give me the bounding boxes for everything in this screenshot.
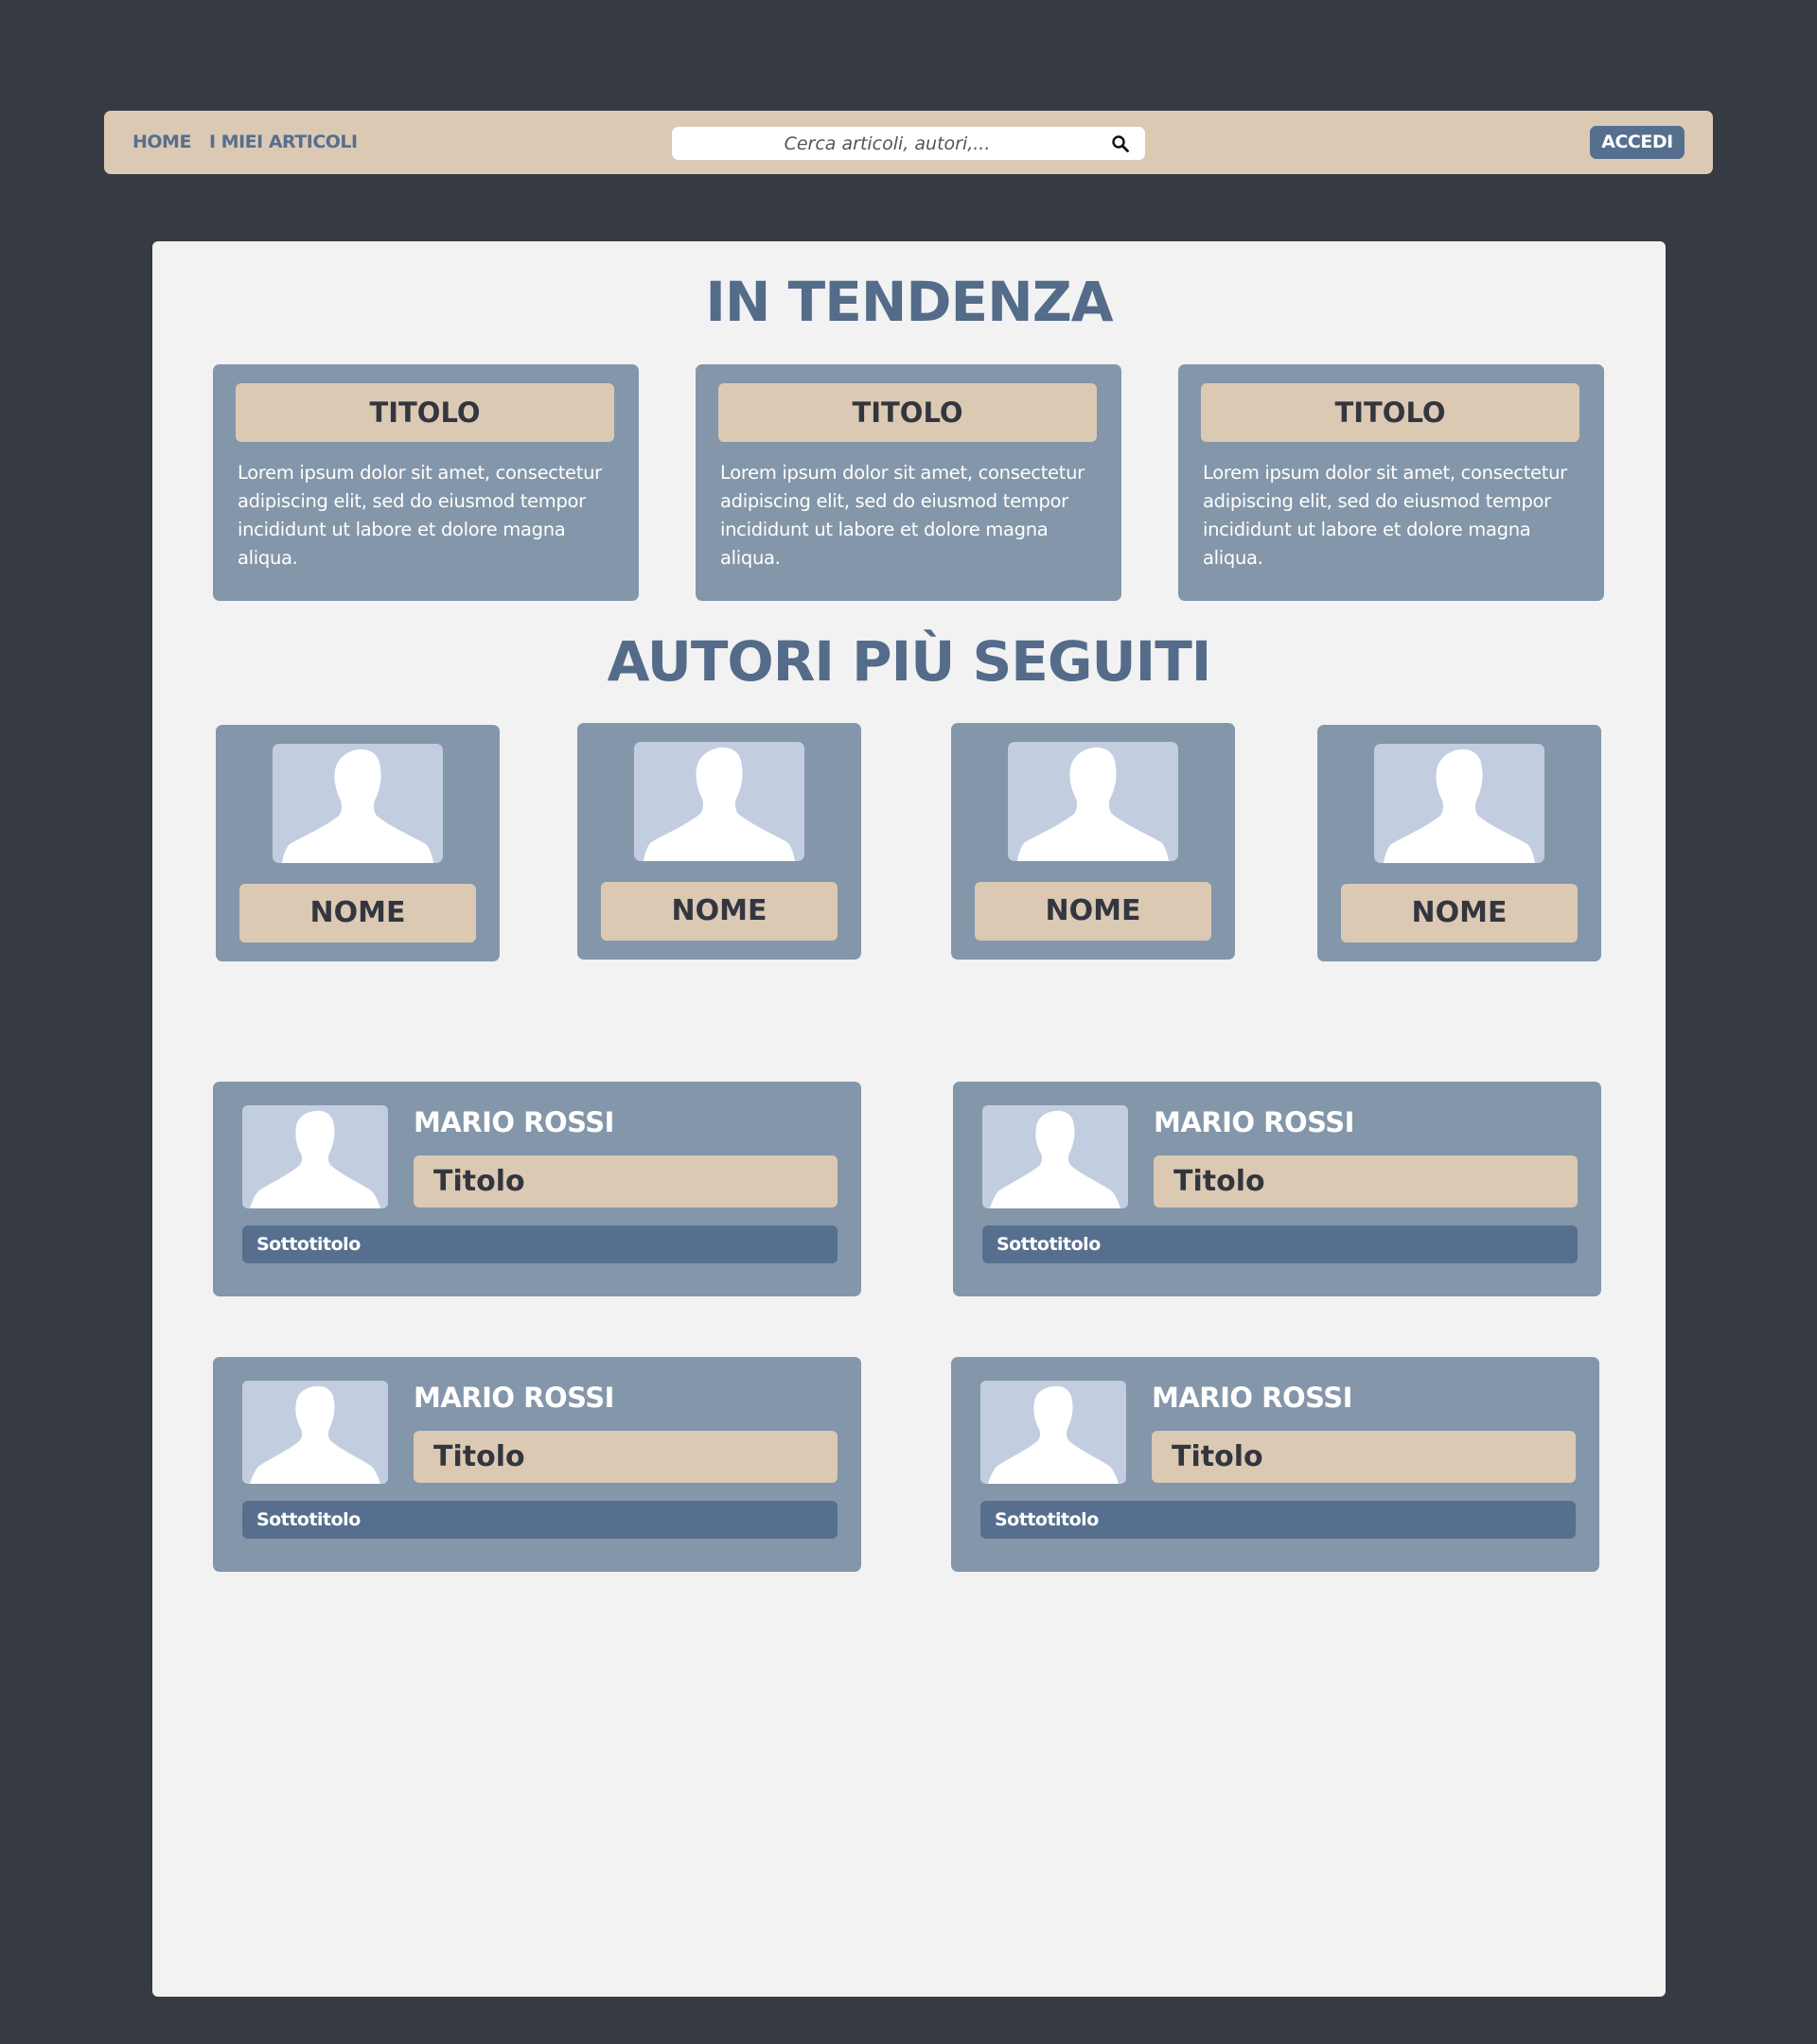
main-panel: IN TENDENZA TITOLO Lorem ipsum dolor sit… [152,241,1666,1997]
trending-card[interactable]: TITOLO Lorem ipsum dolor sit amet, conse… [696,364,1121,601]
user-silhouette-icon [1374,744,1544,863]
article-subtitle: Sottotitolo [982,1225,1578,1263]
trending-card-title: TITOLO [236,383,614,442]
article-author-name: MARIO ROSSI [1152,1382,1352,1414]
search-icon[interactable] [1111,134,1130,153]
user-silhouette-icon [980,1381,1126,1484]
navbar: HOME I MIEI ARTICOLI ACCEDI [104,111,1713,174]
article-author-name: MARIO ROSSI [1154,1106,1354,1138]
article-title[interactable]: Titolo [414,1431,838,1483]
trending-card[interactable]: TITOLO Lorem ipsum dolor sit amet, conse… [213,364,639,601]
article-author-name: MARIO ROSSI [414,1382,614,1414]
article-card[interactable]: MARIO ROSSI Titolo Sottotitolo [951,1357,1599,1572]
user-silhouette-icon [1008,742,1178,861]
trending-card-text: Lorem ipsum dolor sit amet, consectetur … [720,462,1085,569]
article-title[interactable]: Titolo [1154,1155,1578,1207]
author-card[interactable]: NOME [1317,725,1601,961]
top-authors-heading: AUTORI PIÙ SEGUITI [607,629,1212,694]
article-card[interactable]: MARIO ROSSI Titolo Sottotitolo [953,1082,1601,1296]
author-name-button[interactable]: NOME [1341,884,1578,943]
trending-heading: IN TENDENZA [705,270,1113,334]
author-name-button[interactable]: NOME [239,884,476,943]
author-card[interactable]: NOME [577,723,861,960]
author-card[interactable]: NOME [951,723,1235,960]
search-bar [672,127,1145,160]
nav-home-link[interactable]: HOME [132,111,191,174]
user-silhouette-icon [273,744,443,863]
author-card[interactable]: NOME [216,725,500,961]
user-silhouette-icon [634,742,804,861]
nav-my-articles-link[interactable]: I MIEI ARTICOLI [209,111,358,174]
article-subtitle: Sottotitolo [242,1501,838,1539]
login-button[interactable]: ACCEDI [1590,126,1685,159]
user-silhouette-icon [242,1381,388,1484]
trending-card-title: TITOLO [1201,383,1579,442]
trending-card-title: TITOLO [718,383,1097,442]
author-name-button[interactable]: NOME [601,882,838,941]
article-subtitle: Sottotitolo [242,1225,838,1263]
article-card[interactable]: MARIO ROSSI Titolo Sottotitolo [213,1082,861,1296]
article-card[interactable]: MARIO ROSSI Titolo Sottotitolo [213,1357,861,1572]
article-title[interactable]: Titolo [414,1155,838,1207]
article-author-name: MARIO ROSSI [414,1106,614,1138]
article-title[interactable]: Titolo [1152,1431,1576,1483]
article-subtitle: Sottotitolo [980,1501,1576,1539]
user-silhouette-icon [242,1105,388,1208]
search-input[interactable] [672,127,1103,160]
trending-card[interactable]: TITOLO Lorem ipsum dolor sit amet, conse… [1178,364,1604,601]
author-name-button[interactable]: NOME [975,882,1211,941]
trending-card-text: Lorem ipsum dolor sit amet, consectetur … [1203,462,1567,569]
trending-card-text: Lorem ipsum dolor sit amet, consectetur … [238,462,602,569]
user-silhouette-icon [982,1105,1128,1208]
